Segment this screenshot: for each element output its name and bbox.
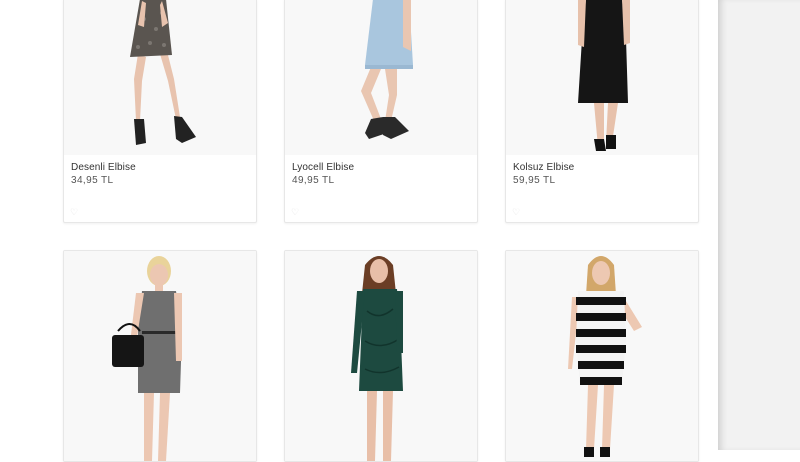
product-name[interactable]: Desenli Elbise [71,161,256,174]
product-image[interactable] [285,0,477,155]
product-image[interactable] [506,251,698,461]
product-name[interactable]: Kolsuz Elbise [513,161,698,174]
heart-icon[interactable]: ♡ [291,208,301,217]
product-card[interactable]: Kolsuz Elbise 59,95 TL ♡ [505,0,699,223]
heart-icon[interactable]: ♡ [70,208,80,217]
product-card[interactable] [63,250,257,462]
product-image[interactable] [64,0,256,155]
product-image[interactable] [285,251,477,461]
product-card[interactable] [505,250,699,462]
product-price: 49,95 TL [292,175,335,186]
product-price: 34,95 TL [71,175,114,186]
product-name[interactable]: Lyocell Elbise [292,161,477,174]
heart-icon[interactable]: ♡ [512,208,522,217]
product-card[interactable] [284,250,478,462]
product-grid: Desenli Elbise 34,95 TL ♡ Lyocell Elbise [0,0,718,462]
product-image[interactable] [506,0,698,155]
product-card[interactable]: Desenli Elbise 34,95 TL ♡ [63,0,257,223]
product-image[interactable] [64,251,256,461]
product-price: 59,95 TL [513,175,556,186]
product-card[interactable]: Lyocell Elbise 49,95 TL ♡ [284,0,478,223]
page-gutter [718,0,800,450]
